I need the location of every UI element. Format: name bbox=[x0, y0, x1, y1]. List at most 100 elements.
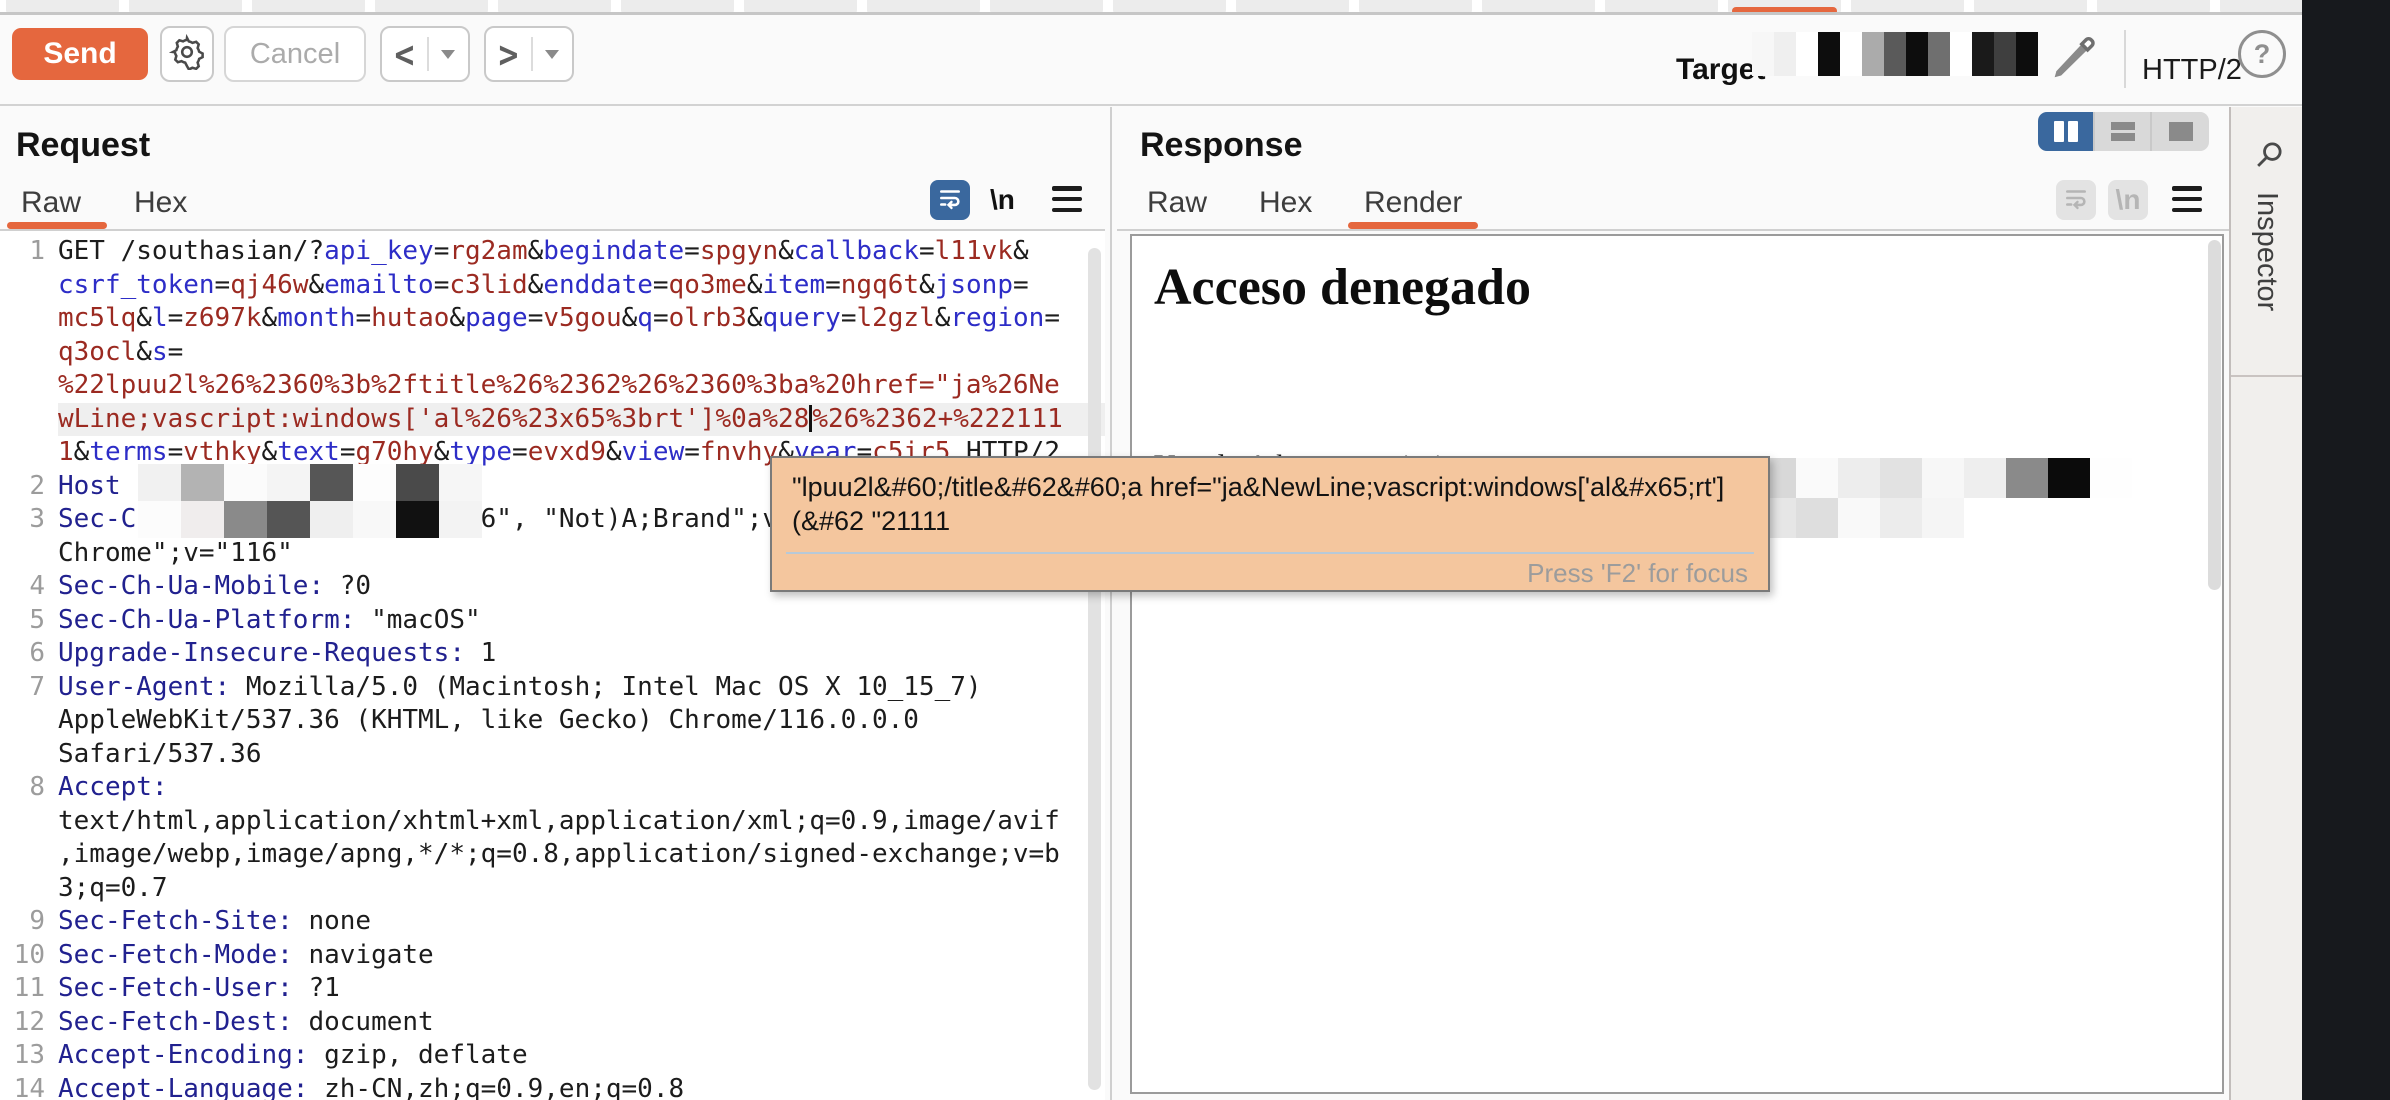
tooltip-focus-hint: Press 'F2' for focus bbox=[1527, 558, 1748, 589]
panel-splitter[interactable] bbox=[1105, 107, 1117, 1100]
layout-switcher bbox=[2038, 112, 2209, 151]
tooltip-line: "lpuu2l&#60;/title&#62&#60;a href="ja&Ne… bbox=[792, 470, 1748, 504]
editor-row[interactable]: 9Sec-Fetch-Site: none bbox=[0, 905, 1105, 939]
next-response-button[interactable]: > bbox=[484, 26, 574, 82]
dropdown-arrow-icon[interactable] bbox=[545, 50, 559, 59]
render-heading: Acceso denegado bbox=[1154, 258, 1531, 317]
prev-response-button[interactable]: < bbox=[380, 26, 470, 82]
editor-row[interactable]: 12Sec-Fetch-Dest: document bbox=[0, 1006, 1105, 1040]
inspector-tab[interactable]: Inspector bbox=[2231, 107, 2302, 377]
repeater-tab[interactable] bbox=[1236, 0, 1349, 15]
editor-row[interactable]: 1GET /southasian/?api_key=rg2am&begindat… bbox=[0, 235, 1105, 269]
response-render-view: Acceso denegado You don't have permissio… bbox=[1130, 234, 2224, 1094]
repeater-tab-strip[interactable] bbox=[0, 0, 2302, 15]
edit-target-icon[interactable] bbox=[2046, 30, 2098, 87]
tab-request-raw[interactable]: Raw bbox=[21, 186, 81, 220]
selected-tab-underline bbox=[7, 222, 107, 229]
editor-row[interactable]: csrf_token=qj46w&emailto=c3lid&enddate=q… bbox=[0, 269, 1105, 303]
repeater-tab[interactable] bbox=[2220, 0, 2302, 15]
line-number: 8 bbox=[0, 771, 58, 805]
word-wrap-toggle[interactable] bbox=[930, 180, 970, 220]
editor-row[interactable]: ,image/webp,image/apng,*/*;q=0.8,applica… bbox=[0, 838, 1105, 872]
line-number bbox=[0, 738, 58, 772]
repeater-tab[interactable] bbox=[744, 0, 857, 15]
line-number: 9 bbox=[0, 905, 58, 939]
word-wrap-icon bbox=[937, 185, 963, 216]
repeater-tab[interactable] bbox=[990, 0, 1103, 15]
editor-row[interactable]: 11Sec-Fetch-User: ?1 bbox=[0, 972, 1105, 1006]
editor-row[interactable]: 10Sec-Fetch-Mode: navigate bbox=[0, 939, 1105, 973]
selected-tab-underline bbox=[1348, 222, 1478, 229]
layout-columns-button[interactable] bbox=[2038, 112, 2095, 151]
editor-row[interactable]: 3;q=0.7 bbox=[0, 872, 1105, 906]
editor-row[interactable]: text/html,application/xhtml+xml,applicat… bbox=[0, 805, 1105, 839]
line-number bbox=[0, 436, 58, 470]
repeater-tab[interactable] bbox=[498, 0, 611, 15]
repeater-tab[interactable] bbox=[2097, 0, 2210, 15]
editor-row[interactable]: Safari/537.36 bbox=[0, 738, 1105, 772]
editor-row[interactable]: q3ocl&s= bbox=[0, 336, 1105, 370]
repeater-tab[interactable] bbox=[621, 0, 734, 15]
send-settings-button[interactable] bbox=[160, 26, 214, 82]
tab-response-hex[interactable]: Hex bbox=[1259, 186, 1312, 220]
send-button[interactable]: Send bbox=[12, 28, 148, 80]
newline-toggle-disabled: \n bbox=[2108, 180, 2148, 220]
repeater-tab[interactable] bbox=[375, 0, 488, 15]
line-number: 4 bbox=[0, 570, 58, 604]
editor-row[interactable]: 14Accept-Language: zh-CN,zh;q=0.9,en;q=0… bbox=[0, 1073, 1105, 1100]
help-icon[interactable]: ? bbox=[2238, 30, 2286, 78]
tab-request-hex[interactable]: Hex bbox=[134, 186, 187, 220]
editor-row[interactable]: 6Upgrade-Insecure-Requests: 1 bbox=[0, 637, 1105, 671]
layout-rows-button[interactable] bbox=[2095, 112, 2152, 151]
line-number: 10 bbox=[0, 939, 58, 973]
chevron-right-icon: > bbox=[499, 32, 519, 77]
line-number bbox=[0, 403, 58, 437]
tab-response-render[interactable]: Render bbox=[1364, 186, 1462, 220]
response-scrollbar[interactable] bbox=[2208, 240, 2221, 590]
toolbar: Send Cancel < > Target bbox=[0, 18, 2302, 106]
chevron-left-icon: < bbox=[395, 32, 415, 77]
tooltip-divider bbox=[786, 552, 1754, 554]
line-number: 6 bbox=[0, 637, 58, 671]
toolbar-divider bbox=[2124, 30, 2126, 88]
repeater-tab[interactable] bbox=[129, 0, 242, 15]
repeater-tab[interactable] bbox=[1728, 0, 1841, 15]
request-editor[interactable]: 1GET /southasian/?api_key=rg2am&begindat… bbox=[0, 231, 1105, 1100]
gear-icon bbox=[169, 34, 205, 75]
inspector-sidebar: Inspector bbox=[2229, 107, 2302, 1100]
editor-row[interactable]: 13Accept-Encoding: gzip, deflate bbox=[0, 1039, 1105, 1073]
editor-row[interactable]: AppleWebKit/537.36 (KHTML, like Gecko) C… bbox=[0, 704, 1105, 738]
repeater-tab[interactable] bbox=[867, 0, 980, 15]
line-number: 14 bbox=[0, 1073, 58, 1100]
repeater-tab[interactable] bbox=[252, 0, 365, 15]
layout-single-button[interactable] bbox=[2152, 112, 2209, 151]
editor-row[interactable]: mc5lq&l=z697k&month=hutao&page=v5gou&q=o… bbox=[0, 302, 1105, 336]
editor-row[interactable]: wLine;vascript:windows['al%26%23x65%3brt… bbox=[0, 403, 1105, 437]
repeater-tab[interactable] bbox=[6, 0, 119, 15]
repeater-tab[interactable] bbox=[1974, 0, 2087, 15]
repeater-tab[interactable] bbox=[1605, 0, 1718, 15]
line-number bbox=[0, 805, 58, 839]
line-number: 1 bbox=[0, 235, 58, 269]
request-scrollbar[interactable] bbox=[1088, 248, 1101, 1090]
response-menu-button[interactable] bbox=[2172, 186, 2202, 212]
host-value-redacted bbox=[138, 464, 482, 538]
line-number: 5 bbox=[0, 604, 58, 638]
line-number: 2 bbox=[0, 470, 58, 504]
dropdown-arrow-icon[interactable] bbox=[441, 50, 455, 59]
protocol-label: HTTP/2 bbox=[2142, 44, 2242, 96]
editor-row[interactable]: %22lpuu2l%26%2360%3b%2ftitle%26%2362%26%… bbox=[0, 369, 1105, 403]
editor-row[interactable]: 5Sec-Ch-Ua-Platform: "macOS" bbox=[0, 604, 1105, 638]
newline-toggle[interactable]: \n bbox=[990, 184, 1015, 216]
repeater-tab[interactable] bbox=[1851, 0, 1964, 15]
repeater-tab[interactable] bbox=[1113, 0, 1226, 15]
tab-response-raw[interactable]: Raw bbox=[1147, 186, 1207, 220]
editor-row[interactable]: 7User-Agent: Mozilla/5.0 (Macintosh; Int… bbox=[0, 671, 1105, 705]
repeater-tab[interactable] bbox=[1359, 0, 1472, 15]
request-menu-button[interactable] bbox=[1052, 186, 1082, 212]
cancel-button[interactable]: Cancel bbox=[224, 26, 366, 82]
line-number bbox=[0, 369, 58, 403]
desktop-background bbox=[2302, 0, 2390, 1100]
editor-row[interactable]: 8Accept: bbox=[0, 771, 1105, 805]
repeater-tab[interactable] bbox=[1482, 0, 1595, 15]
